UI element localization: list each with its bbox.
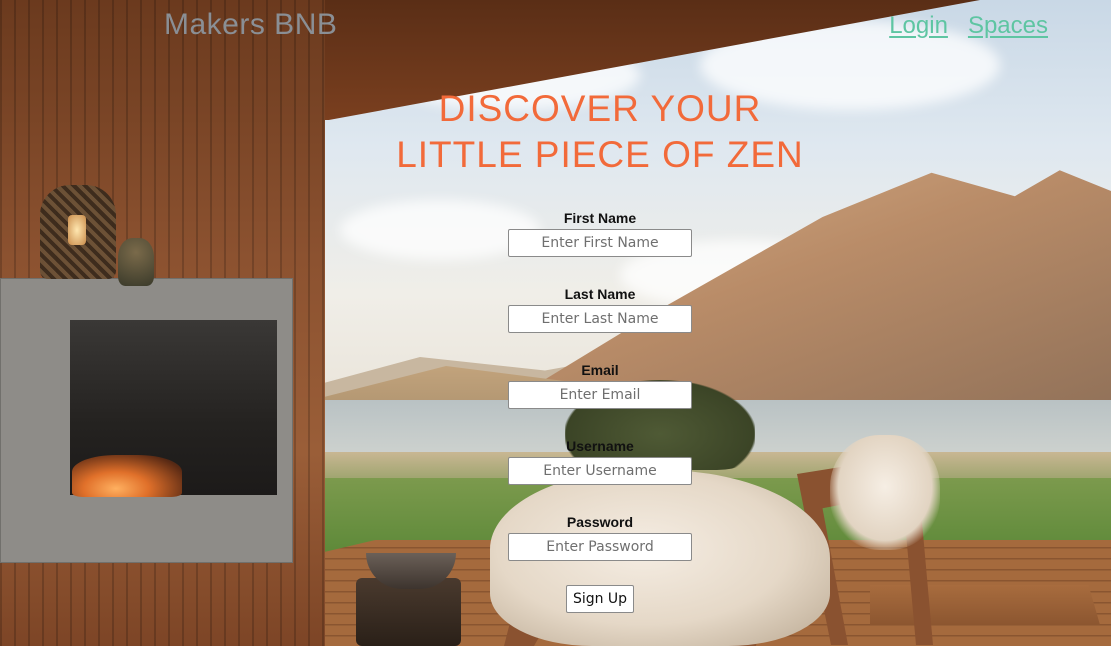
brand-logo: Makers BNB bbox=[164, 8, 338, 41]
hero-headline: DISCOVER YOUR LITTLE PIECE OF ZEN bbox=[300, 86, 900, 178]
nav-spaces-link[interactable]: Spaces bbox=[968, 12, 1048, 40]
fire-embers bbox=[72, 455, 182, 497]
password-input[interactable] bbox=[508, 533, 692, 561]
hero-line-2: LITTLE PIECE OF ZEN bbox=[396, 134, 804, 175]
password-label: Password bbox=[566, 514, 634, 530]
nav-login-link[interactable]: Login bbox=[889, 12, 948, 40]
email-label: Email bbox=[581, 362, 619, 378]
username-group: Username bbox=[508, 438, 692, 514]
hero-line-1: DISCOVER YOUR bbox=[438, 88, 762, 129]
first-name-input[interactable] bbox=[508, 229, 692, 257]
top-nav: Login Spaces bbox=[889, 12, 1048, 40]
first-name-group: First Name bbox=[508, 210, 692, 286]
signup-form: First Name Last Name Email Username Pass… bbox=[400, 210, 800, 613]
potted-plant bbox=[118, 238, 154, 286]
password-group: Password bbox=[508, 514, 692, 590]
username-label: Username bbox=[566, 438, 634, 454]
email-group: Email bbox=[508, 362, 692, 438]
sheepskin-throw bbox=[830, 435, 940, 550]
sign-up-button[interactable]: Sign Up bbox=[565, 585, 635, 613]
deck-step bbox=[870, 585, 1100, 625]
last-name-group: Last Name bbox=[508, 286, 692, 362]
first-name-label: First Name bbox=[563, 210, 637, 226]
email-input[interactable] bbox=[508, 381, 692, 409]
last-name-label: Last Name bbox=[564, 286, 636, 302]
candle-light bbox=[68, 215, 86, 245]
username-input[interactable] bbox=[508, 457, 692, 485]
last-name-input[interactable] bbox=[508, 305, 692, 333]
